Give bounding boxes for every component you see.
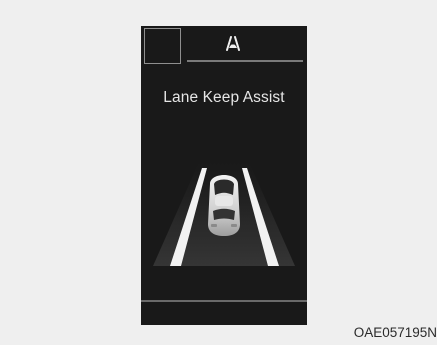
cluster-display: Lane Keep Assist xyxy=(141,26,307,325)
top-divider xyxy=(187,60,303,62)
lane-keep-assist-icon xyxy=(226,36,240,51)
bottom-divider xyxy=(141,300,307,302)
car-icon xyxy=(208,175,240,236)
lane-graphic xyxy=(153,162,295,266)
feature-title: Lane Keep Assist xyxy=(163,89,285,106)
image-code: OAE057195N xyxy=(353,325,437,340)
status-placeholder-box xyxy=(144,28,181,64)
